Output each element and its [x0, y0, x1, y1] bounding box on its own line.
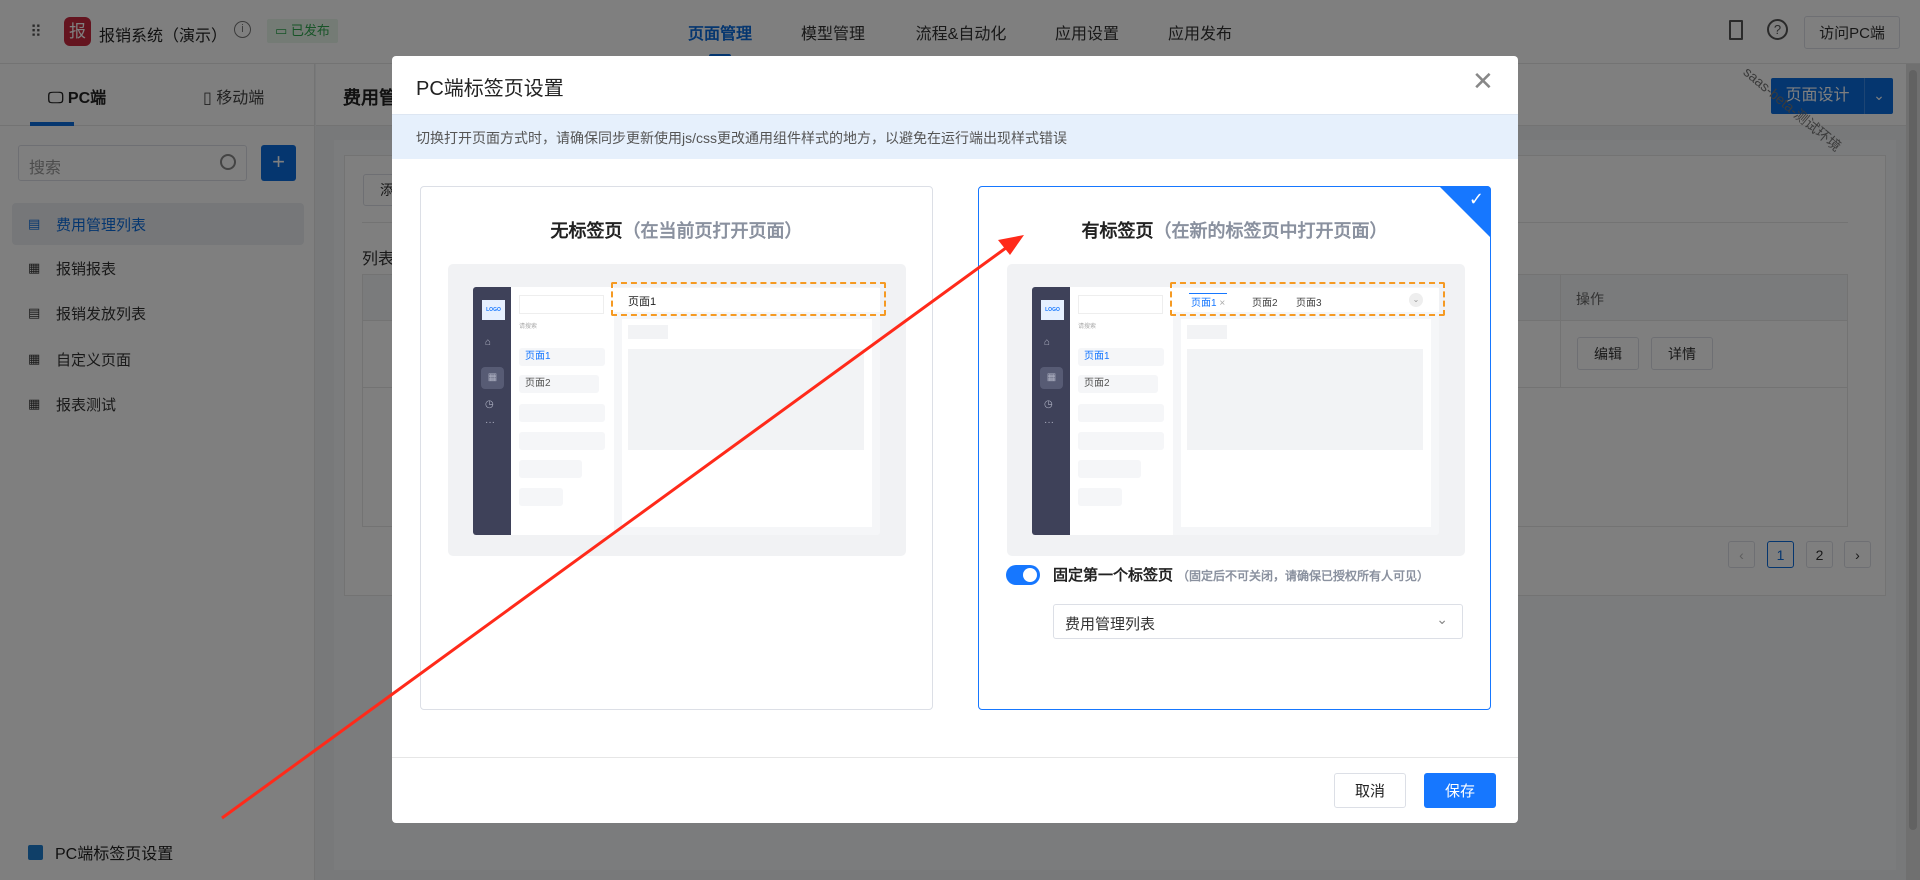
mock-placeholder	[628, 325, 668, 339]
pin-first-tab-hint: （固定后不可关闭，请确保已授权所有人可见）	[1177, 569, 1430, 583]
pinned-page-select[interactable]: 费用管理列表 ⌄	[1053, 604, 1463, 639]
mock-search: 请搜索	[519, 324, 538, 330]
option-with-tabs[interactable]: ✓ 有标签页（在新的标签页中打开页面） LOGO ⌂ ▦ ◷ ··· 请搜索 页…	[978, 186, 1491, 710]
footer-divider	[392, 757, 1518, 758]
more-icon: ···	[1044, 417, 1054, 428]
mock-placeholder	[1187, 349, 1423, 450]
grid-icon: ▦	[481, 367, 504, 389]
cancel-button[interactable]: 取消	[1334, 773, 1406, 808]
pinned-page-value: 费用管理列表	[1065, 616, 1156, 633]
save-button[interactable]: 保存	[1424, 773, 1496, 808]
mock-placeholder	[1078, 432, 1164, 450]
mock-placeholder	[519, 460, 582, 478]
mock-input	[519, 295, 604, 314]
preview-mockup: LOGO ⌂ ▦ ◷ ··· 请搜索 页面1 页面2 页面1	[473, 282, 886, 535]
mock-placeholder	[519, 432, 605, 450]
notice-banner: 切换打开页面方式时，请确保同步更新使用js/css更改通用组件样式的地方，以避免…	[392, 114, 1518, 159]
option-title-sub: （在新的标签页中打开页面）	[1153, 221, 1388, 241]
option-title: 无标签页（在当前页打开页面）	[421, 217, 932, 243]
mock-search: 请搜索	[1078, 324, 1097, 330]
mock-body	[1181, 319, 1431, 527]
highlight-dashed-box	[611, 282, 886, 316]
mock-page-list: 请搜索 页面1 页面2	[511, 287, 614, 535]
pin-first-tab-label: 固定第一个标签页	[1053, 567, 1174, 584]
mock-logo: LOGO	[482, 300, 505, 320]
mock-input	[1078, 295, 1163, 314]
chevron-down-icon: ⌄	[1436, 611, 1448, 627]
mock-sidebar: LOGO ⌂ ▦ ◷ ···	[473, 287, 511, 535]
mock-content: 页面1 × 页面2 页面3 ⌄	[1170, 282, 1445, 535]
mock-placeholder	[1078, 488, 1122, 506]
highlight-dashed-box	[1170, 282, 1445, 316]
option-title-main: 无标签页	[550, 221, 623, 241]
clock-icon: ◷	[1044, 399, 1053, 410]
mock-body	[622, 319, 872, 527]
pin-first-tab-toggle[interactable]	[1006, 565, 1040, 585]
mock-list-item: 页面2	[519, 375, 599, 393]
preview-with-tabs: LOGO ⌂ ▦ ◷ ··· 请搜索 页面1 页面2 页面1 × 页面2 页面3…	[1007, 264, 1465, 556]
mock-placeholder	[519, 404, 605, 422]
mock-placeholder	[1078, 404, 1164, 422]
mock-page-list: 请搜索 页面1 页面2	[1070, 287, 1173, 535]
mock-placeholder	[1187, 325, 1227, 339]
mock-list-item: 页面1	[1078, 348, 1164, 366]
preview-no-tabs: LOGO ⌂ ▦ ◷ ··· 请搜索 页面1 页面2 页面1	[448, 264, 906, 556]
tab-settings-dialog: PC端标签页设置 ✕ 切换打开页面方式时，请确保同步更新使用js/css更改通用…	[392, 56, 1518, 823]
mock-content: 页面1	[611, 282, 886, 535]
mock-list-item: 页面2	[1078, 375, 1158, 393]
option-title-main: 有标签页	[1081, 221, 1154, 241]
close-icon[interactable]: ✕	[1472, 66, 1494, 97]
dialog-title: PC端标签页设置	[416, 78, 564, 100]
mock-list-item: 页面1	[519, 348, 605, 366]
toggle-knob	[1023, 568, 1037, 582]
option-title: 有标签页（在新的标签页中打开页面）	[979, 217, 1490, 243]
mock-placeholder	[519, 488, 563, 506]
option-title-sub: （在当前页打开页面）	[622, 221, 803, 241]
preview-mockup: LOGO ⌂ ▦ ◷ ··· 请搜索 页面1 页面2 页面1 × 页面2 页面3…	[1032, 282, 1445, 535]
mock-placeholder	[1078, 460, 1141, 478]
mock-logo: LOGO	[1041, 300, 1064, 320]
more-icon: ···	[485, 417, 495, 428]
option-no-tabs[interactable]: 无标签页（在当前页打开页面） LOGO ⌂ ▦ ◷ ··· 请搜索 页面1 页面…	[420, 186, 933, 710]
check-icon: ✓	[1468, 189, 1484, 209]
home-icon: ⌂	[1044, 337, 1051, 348]
home-icon: ⌂	[485, 337, 492, 348]
grid-icon: ▦	[1040, 367, 1063, 389]
mock-sidebar: LOGO ⌂ ▦ ◷ ···	[1032, 287, 1070, 535]
clock-icon: ◷	[485, 399, 494, 410]
mock-placeholder	[628, 349, 864, 450]
